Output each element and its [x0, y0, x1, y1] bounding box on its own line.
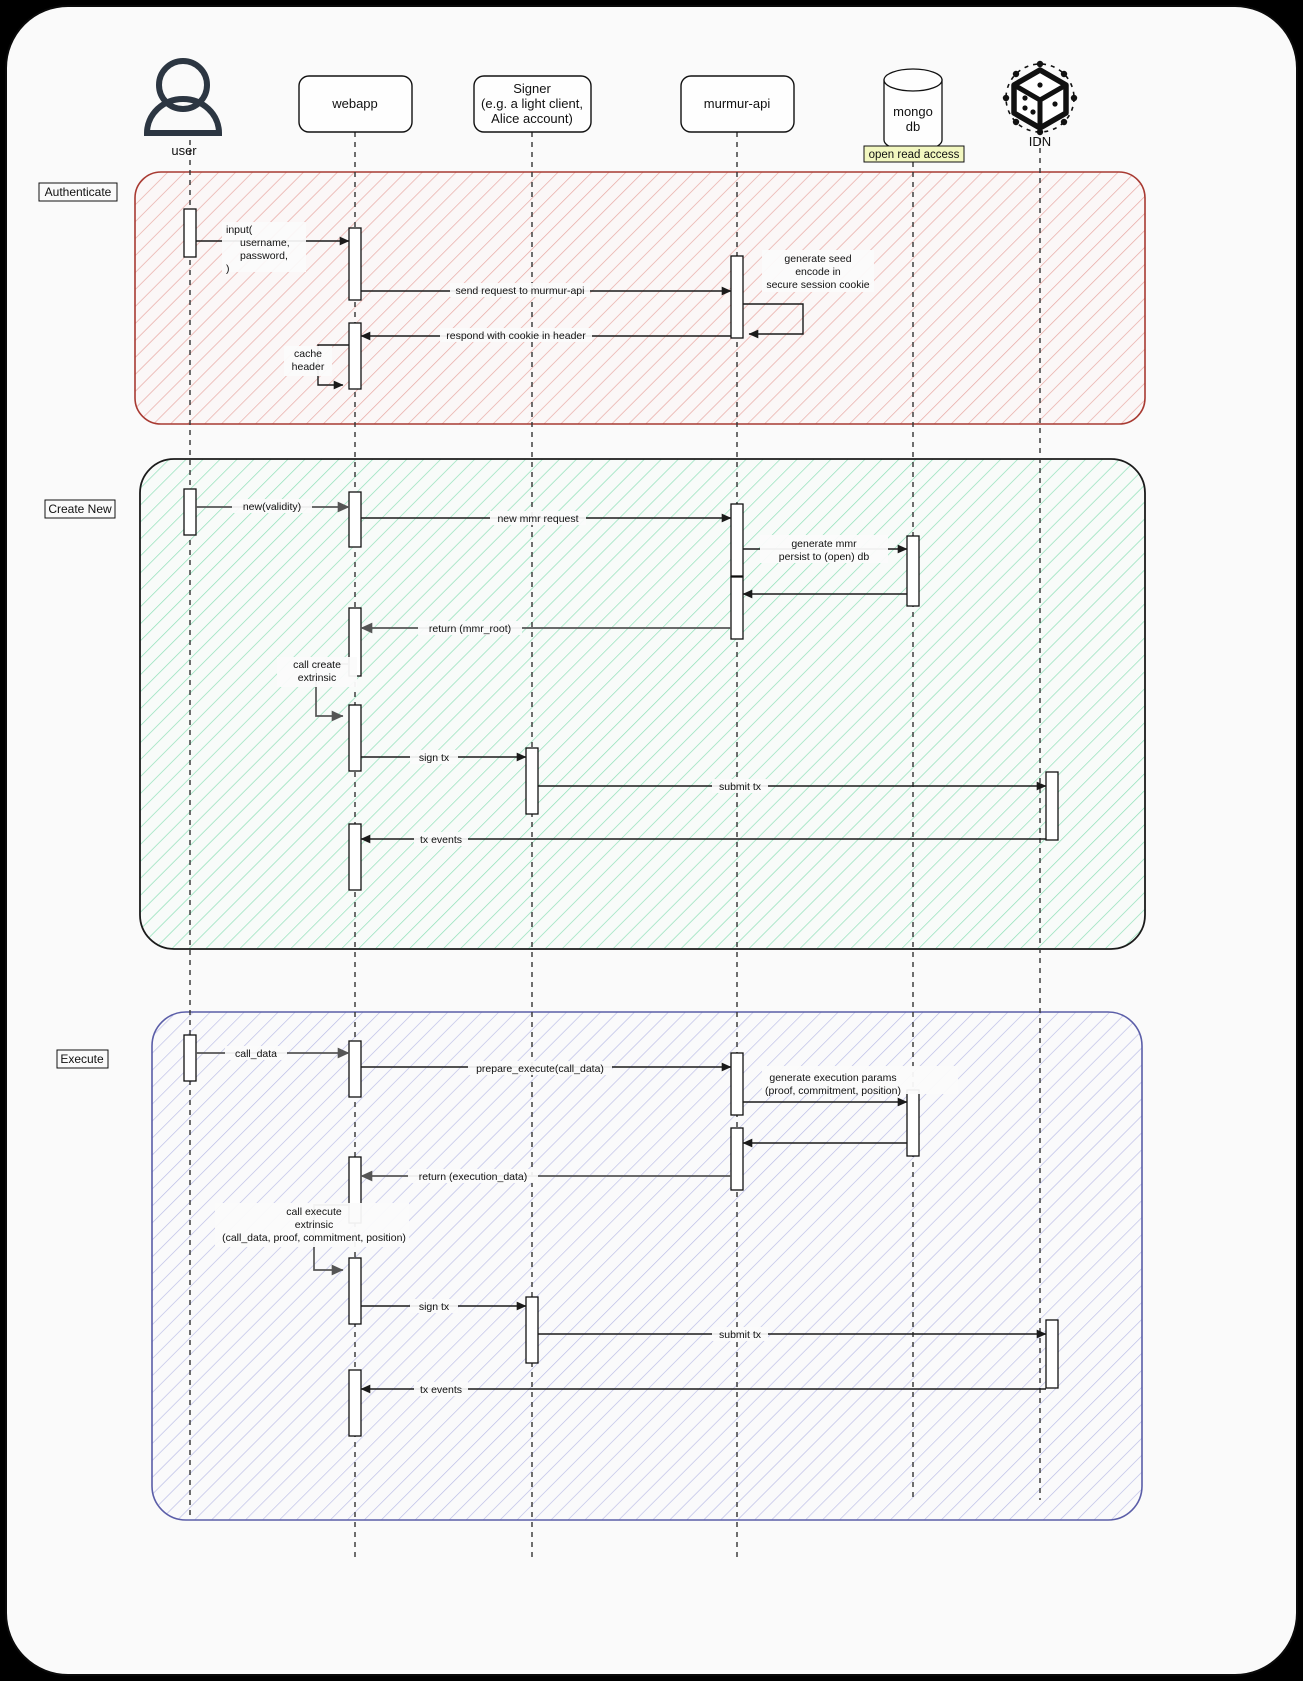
message-send-request-label: send request to murmur-api [456, 285, 585, 297]
frame-label-execute-text: Execute [60, 1052, 104, 1066]
frame-label-create-new-text: Create New [48, 502, 112, 516]
activation-webapp-create-1 [348, 491, 362, 548]
message-generate-seed-line-1: generate seed [784, 253, 851, 265]
participant-signer[interactable]: Signer (e.g. a light client, Alice accou… [473, 75, 592, 133]
frame-create-new [139, 458, 1146, 950]
message-input-line-1: input( [226, 224, 253, 236]
participant-murmur-api-label: murmur-api [704, 96, 771, 111]
activation-murmur-create-2 [730, 576, 744, 640]
activation-murmur-auth [730, 255, 744, 339]
message-generate-mmr: generate mmr persist to (open) db [743, 535, 908, 563]
frame-label-authenticate-text: Authenticate [45, 185, 112, 199]
participant-signer-label-2: (e.g. a light client, [481, 96, 583, 111]
mongo-note-text: open read access [869, 149, 960, 161]
activation-user-auth [183, 208, 197, 258]
participant-idn-label: IDN [1029, 134, 1051, 149]
message-sign-tx-exec-label: sign tx [419, 1301, 450, 1313]
activation-user-create [183, 488, 197, 536]
message-new-mmr-request-label: new mmr request [497, 513, 578, 525]
frame-label-execute: Execute [56, 1049, 109, 1069]
participant-user-label: user [171, 143, 197, 158]
message-cache-header-line-2: header [292, 361, 325, 373]
message-submit-tx-exec-label: submit tx [719, 1329, 762, 1341]
activation-webapp-exec-1 [348, 1040, 362, 1098]
sequence-diagram-canvas: Authenticate Create New Execute user web… [0, 0, 1303, 1681]
message-call-data-label: call_data [235, 1048, 277, 1060]
message-new-validity-label: new(validity) [243, 501, 301, 513]
message-return-mmr-root-label: return (mmr_root) [429, 623, 511, 635]
participant-mongo-label-1: mongo [893, 104, 933, 119]
activation-webapp-exec-4 [348, 1369, 362, 1437]
diagram-root: Authenticate Create New Execute user web… [0, 0, 1303, 1681]
participant-webapp-label: webapp [331, 96, 378, 111]
message-cache-header-line-1: cache [294, 348, 322, 360]
message-call-create-line-2: extrinsic [298, 672, 337, 684]
message-call-execute-line-3: (call_data, proof, commitment, position) [222, 1232, 406, 1244]
activation-murmur-create-1 [730, 503, 744, 577]
activation-murmur-exec-2 [730, 1127, 744, 1191]
frame-label-authenticate: Authenticate [38, 182, 118, 202]
activation-signer-exec [525, 1296, 539, 1364]
message-input-line-2: username, [240, 237, 290, 249]
message-generate-exec-line-1: generate execution params [769, 1072, 896, 1084]
activation-user-exec [183, 1034, 197, 1082]
message-tx-events-exec-label: tx events [420, 1384, 462, 1396]
message-call-create-line-1: call create [293, 659, 341, 671]
message-sign-tx-create-label: sign tx [419, 752, 450, 764]
message-call-execute-line-2: extrinsic [295, 1219, 334, 1231]
participant-webapp[interactable]: webapp [298, 75, 413, 133]
message-call-execute-line-1: call execute [286, 1206, 342, 1218]
message-generate-seed-line-2: encode in [795, 266, 841, 278]
participant-signer-label-1: Signer [513, 81, 551, 96]
message-generate-seed-line-3: secure session cookie [766, 279, 869, 291]
idn-cube-icon [1002, 60, 1078, 136]
activation-mongo-create [906, 535, 920, 607]
message-return-execution-data-label: return (execution_data) [419, 1171, 528, 1183]
participant-signer-label-3: Alice account) [491, 111, 573, 126]
activation-murmur-exec-1 [730, 1052, 744, 1116]
message-tx-events-create-label: tx events [420, 834, 462, 846]
activation-idn-create [1045, 771, 1059, 841]
activation-webapp-auth-1 [348, 227, 362, 301]
message-generate-mmr-line-2: persist to (open) db [779, 551, 870, 563]
activation-idn-exec [1045, 1319, 1059, 1389]
activation-mongo-exec [906, 1089, 920, 1157]
activation-webapp-auth-2 [348, 322, 362, 390]
activation-webapp-create-4 [348, 823, 362, 891]
message-generate-mmr-line-1: generate mmr [791, 538, 857, 550]
message-submit-tx-create-label: submit tx [719, 781, 762, 793]
participant-murmur-api[interactable]: murmur-api [680, 75, 795, 133]
message-input-line-3: password, [240, 250, 288, 262]
message-generate-exec-line-2: (proof, commitment, position) [765, 1085, 901, 1097]
message-prepare-execute-label: prepare_execute(call_data) [476, 1063, 604, 1075]
activation-signer-create [525, 747, 539, 815]
frame-authenticate [134, 171, 1146, 425]
frame-label-create-new: Create New [44, 499, 116, 519]
message-input-line-4: ) [226, 263, 230, 275]
participant-mongo-label-2: db [906, 119, 920, 134]
frame-execute [151, 1011, 1143, 1521]
activation-webapp-create-3 [348, 704, 362, 772]
activation-webapp-exec-3 [348, 1257, 362, 1325]
message-respond-cookie-label: respond with cookie in header [446, 330, 586, 342]
mongo-open-read-access-note: open read access [863, 145, 965, 163]
